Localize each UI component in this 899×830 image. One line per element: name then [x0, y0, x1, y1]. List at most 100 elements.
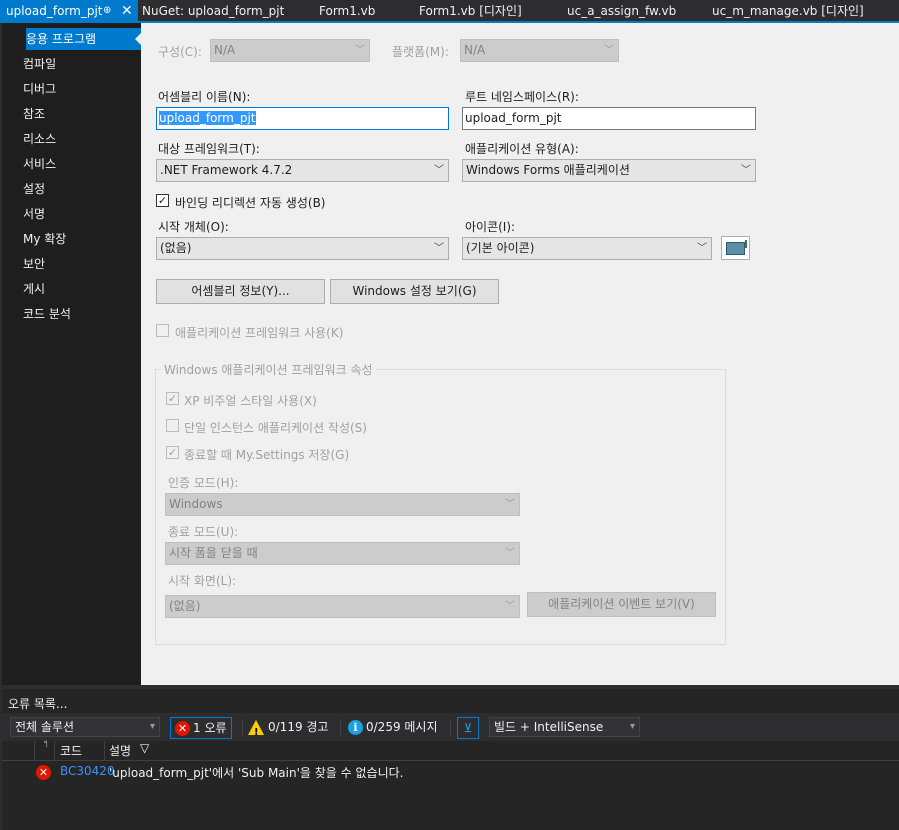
- icon-label: 아이콘(I):: [465, 220, 516, 234]
- error-list-title: 오류 목록...: [8, 697, 68, 711]
- config-value: N/A: [214, 43, 236, 57]
- chevron-down-icon: ﹀: [604, 45, 614, 56]
- nav-item-publish[interactable]: 게시: [2, 278, 141, 300]
- root-namespace-label: 루트 네임스페이스(R):: [465, 90, 579, 104]
- window-icon: [726, 242, 745, 255]
- pin-icon[interactable]: ⊕: [103, 0, 111, 22]
- startup-object-select[interactable]: (없음) ﹀: [156, 237, 449, 260]
- chevron-down-icon: ▾: [149, 721, 155, 732]
- nav-item-references[interactable]: 참조: [2, 103, 141, 125]
- save-settings-checkbox: ✓: [166, 446, 179, 459]
- groupbox-title: Windows 애플리케이션 프레임워크 속성: [161, 361, 376, 378]
- app-icon-preview: [721, 236, 750, 260]
- root-namespace-input[interactable]: upload_form_pjt: [462, 107, 756, 130]
- column-separator: [104, 741, 105, 761]
- column-separator: [54, 741, 55, 761]
- startup-object-label: 시작 개체(O):: [158, 220, 229, 234]
- auth-mode-select: Windows ﹀: [165, 493, 520, 516]
- assembly-name-value: upload_form_pjt: [159, 111, 256, 125]
- icon-value: (기본 아이콘): [466, 241, 535, 255]
- close-icon[interactable]: ✕: [121, 0, 133, 22]
- window-icon-accent: [745, 240, 747, 248]
- error-row[interactable]: ✕ BC30420 'upload_form_pjt'에서 'Sub Main'…: [2, 763, 899, 783]
- property-page-nav: 응용 프로그램 컴파일 디버그 참조 리소스 서비스 설정 서명 My 확장 보…: [2, 23, 141, 685]
- chevron-down-icon: ﹀: [434, 243, 444, 254]
- nav-item-label: 응용 프로그램: [26, 32, 97, 46]
- errors-count: 1 오류: [193, 721, 227, 735]
- nav-item-signing[interactable]: 서명: [2, 203, 141, 225]
- nav-item-services[interactable]: 서비스: [2, 153, 141, 175]
- warnings-count: 0/119 경고: [268, 720, 329, 734]
- nav-item-compile[interactable]: 컴파일: [2, 53, 141, 75]
- assembly-name-label: 어셈블리 이름(N):: [158, 90, 251, 104]
- splash-screen-select: (없음) ﹀: [165, 595, 520, 618]
- startup-object-value: (없음): [160, 241, 192, 255]
- tab-form1-vb[interactable]: Form1.vb: [319, 0, 375, 22]
- scope-select[interactable]: 전체 솔루션 ▾: [10, 717, 160, 737]
- nav-item-resources[interactable]: 리소스: [2, 128, 141, 150]
- error-icon: ✕: [175, 721, 190, 736]
- toolbar-separator: [450, 719, 451, 737]
- app-events-button: 애플리케이션 이벤트 보기(V): [527, 592, 716, 617]
- column-header-code[interactable]: 코드: [60, 742, 82, 759]
- chevron-down-icon: ﹀: [505, 601, 515, 612]
- errors-filter-button[interactable]: ✕ 1 오류: [170, 717, 232, 739]
- target-framework-select[interactable]: .NET Framework 4.7.2 ﹀: [156, 159, 449, 182]
- filter-icon[interactable]: ⊻: [457, 717, 479, 739]
- tab-label: upload_form_pjt: [6, 4, 103, 18]
- xp-styles-checkbox: ✓: [166, 392, 179, 405]
- nav-item-settings[interactable]: 설정: [2, 178, 141, 200]
- auth-mode-value: Windows: [169, 497, 223, 511]
- app-type-value: Windows Forms 애플리케이션: [466, 163, 630, 177]
- error-icon: ✕: [36, 765, 51, 780]
- nav-item-my-extensions[interactable]: My 확장: [2, 228, 141, 250]
- binding-redirect-checkbox[interactable]: ✓: [156, 194, 169, 207]
- assembly-info-button[interactable]: 어셈블리 정보(Y)...: [156, 279, 325, 304]
- document-tab-strip: upload_form_pjt ⊕ ✕ NuGet: upload_form_p…: [0, 0, 899, 23]
- target-framework-label: 대상 프레임워크(T):: [158, 142, 260, 156]
- warnings-filter-button[interactable]: ! 0/119 경고: [248, 717, 328, 739]
- tab-form1-designer[interactable]: Form1.vb [디자인]: [419, 0, 522, 22]
- filter-dropdown-icon[interactable]: ▽: [140, 741, 149, 755]
- error-code-link[interactable]: BC30420: [60, 764, 115, 778]
- chevron-down-icon: ﹀: [355, 45, 365, 56]
- tab-nuget[interactable]: NuGet: upload_form_pjt: [142, 0, 284, 22]
- windows-settings-button[interactable]: Windows 설정 보기(G): [330, 279, 499, 304]
- warning-icon: !: [248, 720, 264, 738]
- config-select: N/A ﹀: [210, 39, 370, 62]
- nav-item-debug[interactable]: 디버그: [2, 78, 141, 100]
- shutdown-mode-value: 시작 폼을 닫을 때: [169, 546, 258, 560]
- enable-app-framework-checkbox: [156, 324, 169, 337]
- build-filter-value: 빌드 + IntelliSense: [494, 720, 604, 734]
- chevron-down-icon: ﹀: [741, 165, 751, 176]
- nav-item-code-analysis[interactable]: 코드 분석: [2, 303, 141, 325]
- error-list-header: ╕ 코드 설명 ▽: [2, 738, 899, 761]
- info-icon: i: [348, 720, 363, 735]
- config-label: 구성(C):: [158, 45, 202, 59]
- sort-glyph-icon: ╕: [44, 738, 50, 748]
- splash-screen-label: 시작 화면(L):: [168, 574, 237, 588]
- app-type-select[interactable]: Windows Forms 애플리케이션 ﹀: [462, 159, 756, 182]
- chevron-down-icon: ﹀: [434, 165, 444, 176]
- shutdown-mode-select: 시작 폼을 닫을 때 ﹀: [165, 542, 520, 565]
- single-instance-checkbox: [166, 419, 179, 432]
- nav-item-security[interactable]: 보안: [2, 253, 141, 275]
- messages-count: 0/259 메시지: [366, 720, 438, 734]
- chevron-down-icon: ﹀: [505, 499, 515, 510]
- tab-uc-m-manage-designer[interactable]: uc_m_manage.vb [디자인]: [712, 0, 864, 22]
- assembly-name-input[interactable]: upload_form_pjt: [156, 107, 449, 130]
- build-filter-select[interactable]: 빌드 + IntelliSense ▾: [489, 717, 640, 737]
- nav-item-application[interactable]: 응용 프로그램: [26, 28, 141, 50]
- error-list-toolbar: 전체 솔루션 ▾ ✕ 1 오류 ! 0/119 경고 i 0/259 메시지 ⊻ 빌드 …: [2, 713, 899, 741]
- toolbar-separator: [340, 719, 341, 737]
- icon-select[interactable]: (기본 아이콘) ﹀: [462, 237, 712, 260]
- tab-uc-a-assign-fw[interactable]: uc_a_assign_fw.vb: [567, 0, 676, 22]
- messages-filter-button[interactable]: i 0/259 메시지: [348, 717, 438, 739]
- column-header-description[interactable]: 설명: [109, 742, 131, 759]
- xp-styles-label: XP 비주얼 스타일 사용(X): [184, 394, 317, 408]
- tab-upload-form-pjt[interactable]: upload_form_pjt ⊕ ✕: [0, 0, 138, 22]
- chevron-down-icon: ﹀: [505, 548, 515, 559]
- platform-label: 플랫폼(M):: [392, 45, 449, 59]
- scope-value: 전체 솔루션: [15, 720, 75, 734]
- app-type-label: 애플리케이션 유형(A):: [465, 142, 579, 156]
